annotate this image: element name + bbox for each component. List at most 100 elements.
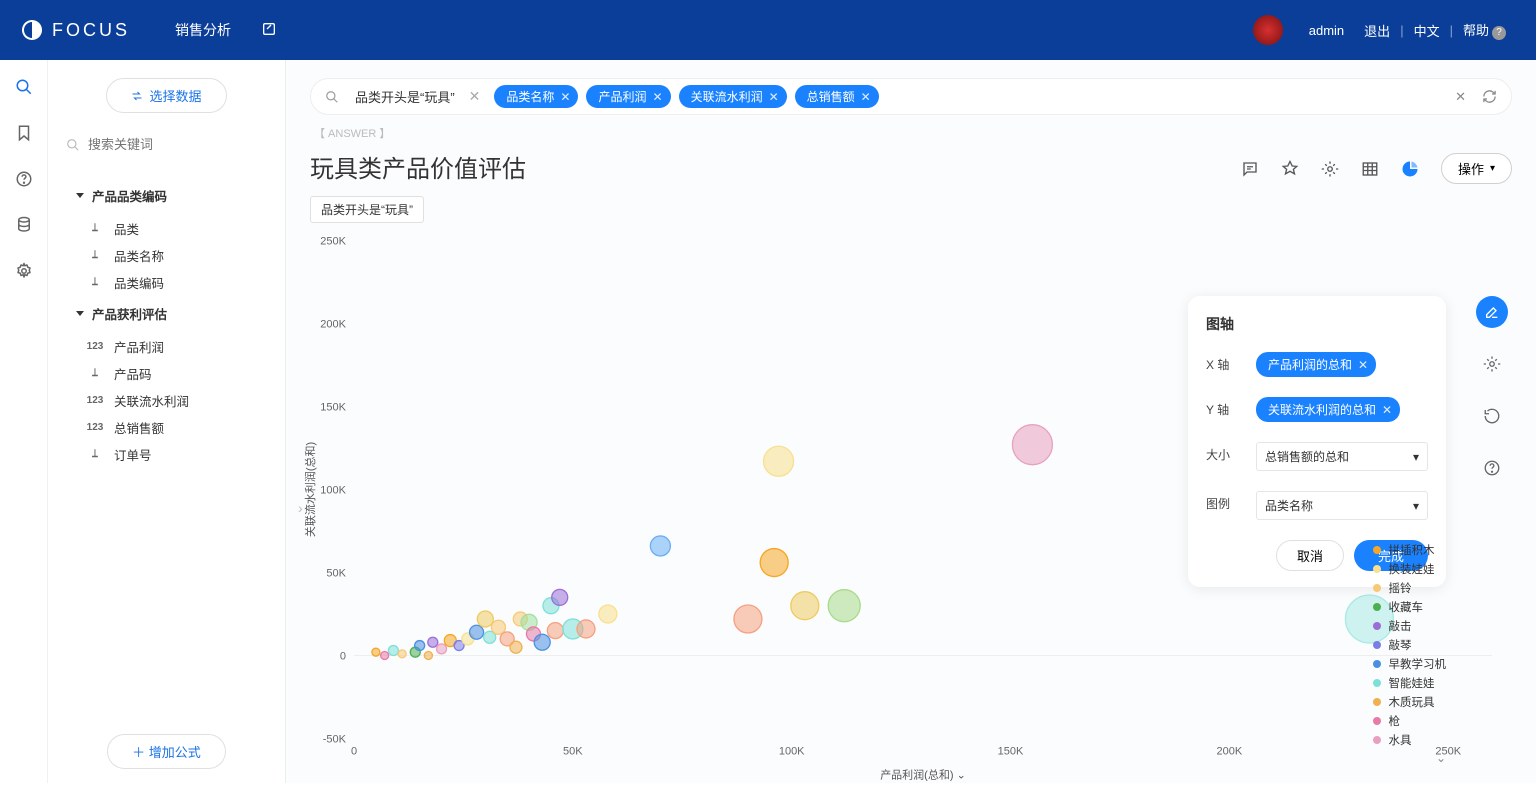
- select-data-button[interactable]: 选择数据: [106, 78, 226, 113]
- svg-text:0: 0: [351, 746, 357, 758]
- logout-link[interactable]: 退出: [1354, 21, 1400, 40]
- help-link[interactable]: 帮助?: [1453, 20, 1516, 40]
- y-axis-pill[interactable]: 关联流水利润的总和✕: [1256, 397, 1400, 422]
- query-chip[interactable]: 产品利润✕: [586, 85, 670, 108]
- header-right: admin 退出 | 中文 | 帮助?: [1253, 15, 1516, 45]
- svg-text:250K: 250K: [320, 236, 346, 248]
- svg-text:200K: 200K: [320, 319, 346, 331]
- y-axis-label: Y 轴: [1206, 397, 1236, 418]
- edit-chart-button[interactable]: [1476, 296, 1508, 328]
- svg-text:关联流水利润(总和): 关联流水利润(总和): [303, 442, 317, 537]
- left-rail: [0, 60, 48, 783]
- field-item[interactable]: ⟘品类: [66, 215, 267, 242]
- svg-text:50K: 50K: [563, 746, 583, 758]
- help-circle-icon[interactable]: [15, 170, 33, 188]
- search-icon: [66, 138, 80, 152]
- refresh-icon[interactable]: [1482, 89, 1497, 104]
- right-tools: [1476, 296, 1508, 484]
- app-header: FOCUS 销售分析 admin 退出 | 中文 | 帮助?: [0, 0, 1536, 60]
- query-chip[interactable]: 总销售额✕: [795, 85, 879, 108]
- field-item[interactable]: ⟘品类编码: [66, 269, 267, 296]
- page-title: 玩具类产品价值评估: [310, 149, 526, 184]
- brand-logo: FOCUS: [20, 18, 130, 42]
- legend: 拼插积木换装娃娃摇铃收藏车敲击敲琴早教学习机智能娃娃木质玩具枪水具 ⌄: [1373, 540, 1447, 765]
- legend-more-icon[interactable]: ⌄: [1373, 751, 1447, 765]
- bookmark-icon[interactable]: [15, 124, 33, 142]
- field-item[interactable]: 123关联流水利润: [66, 387, 267, 414]
- legend-item[interactable]: 早教学习机: [1373, 654, 1447, 673]
- operations-button[interactable]: 操作▾: [1441, 153, 1512, 184]
- legend-item[interactable]: 木质玩具: [1373, 692, 1447, 711]
- comment-icon[interactable]: [1241, 160, 1259, 178]
- legend-item[interactable]: 收藏车: [1373, 597, 1447, 616]
- info-icon[interactable]: [1476, 452, 1508, 484]
- search-input[interactable]: [88, 137, 267, 152]
- brand-text: FOCUS: [52, 20, 130, 41]
- legend-item[interactable]: 智能娃娃: [1373, 673, 1447, 692]
- query-chip[interactable]: 关联流水利润✕: [679, 85, 787, 108]
- legend-item[interactable]: 枪: [1373, 711, 1447, 730]
- remove-chip-icon[interactable]: ✕: [861, 90, 871, 104]
- clear-all-icon[interactable]: ✕: [1455, 89, 1466, 105]
- size-select[interactable]: 总销售额的总和▾: [1256, 442, 1428, 471]
- svg-text:150K: 150K: [320, 402, 346, 414]
- settings-icon[interactable]: [15, 262, 33, 280]
- svg-text:100K: 100K: [320, 485, 346, 497]
- remove-chip-icon[interactable]: ✕: [769, 90, 779, 104]
- edit-icon[interactable]: [261, 21, 277, 40]
- x-axis-pill[interactable]: 产品利润的总和✕: [1256, 352, 1376, 377]
- focus-icon: [20, 18, 44, 42]
- database-icon[interactable]: [15, 216, 33, 234]
- config-gear-icon[interactable]: [1476, 348, 1508, 380]
- avatar[interactable]: [1253, 15, 1283, 45]
- swap-icon: [131, 90, 143, 102]
- cancel-button[interactable]: 取消: [1276, 540, 1344, 571]
- reset-icon[interactable]: [1476, 400, 1508, 432]
- filter-tag[interactable]: 品类开头是“玩具”: [310, 196, 424, 223]
- legend-select[interactable]: 品类名称▾: [1256, 491, 1428, 520]
- size-label: 大小: [1206, 442, 1236, 463]
- field-group-header[interactable]: 产品品类编码: [76, 186, 267, 205]
- username[interactable]: admin: [1299, 23, 1354, 38]
- expand-handle-icon[interactable]: ›: [298, 500, 303, 516]
- field-item[interactable]: ⟘产品码: [66, 360, 267, 387]
- svg-text:产品利润(总和) ⌄: 产品利润(总和) ⌄: [880, 768, 966, 782]
- field-group-header[interactable]: 产品获利评估: [76, 304, 267, 323]
- legend-item[interactable]: 敲击: [1373, 616, 1447, 635]
- clear-text-icon[interactable]: ✕: [465, 88, 485, 105]
- search-icon[interactable]: [15, 78, 33, 96]
- lang-link[interactable]: 中文: [1404, 21, 1450, 40]
- remove-chip-icon[interactable]: ✕: [560, 90, 570, 104]
- search-fields[interactable]: [66, 137, 267, 152]
- svg-text:50K: 50K: [326, 568, 346, 580]
- x-axis-label: X 轴: [1206, 352, 1236, 373]
- field-item[interactable]: 123总销售额: [66, 414, 267, 441]
- gear-icon[interactable]: [1321, 160, 1339, 178]
- legend-label: 图例: [1206, 491, 1236, 512]
- field-item[interactable]: 123产品利润: [66, 333, 267, 360]
- legend-item[interactable]: 换装娃娃: [1373, 559, 1447, 578]
- svg-text:200K: 200K: [1217, 746, 1243, 758]
- legend-item[interactable]: 摇铃: [1373, 578, 1447, 597]
- remove-chip-icon[interactable]: ✕: [653, 90, 663, 104]
- field-item[interactable]: ⟘订单号: [66, 441, 267, 468]
- nav-sales-analysis[interactable]: 销售分析: [175, 20, 231, 40]
- pin-icon[interactable]: [1281, 160, 1299, 178]
- legend-item[interactable]: 敲琴: [1373, 635, 1447, 654]
- panel-title: 图轴: [1206, 314, 1428, 334]
- svg-text:0: 0: [340, 651, 346, 663]
- table-icon[interactable]: [1361, 160, 1379, 178]
- svg-text:100K: 100K: [779, 746, 805, 758]
- chart-icon[interactable]: [1401, 160, 1419, 178]
- field-item[interactable]: ⟘品类名称: [66, 242, 267, 269]
- query-text: 品类开头是“玩具”: [355, 87, 455, 106]
- legend-item[interactable]: 拼插积木: [1373, 540, 1447, 559]
- query-bar[interactable]: 品类开头是“玩具” ✕ 品类名称✕ 产品利润✕ 关联流水利润✕ 总销售额✕ ✕: [310, 78, 1512, 115]
- add-formula-button[interactable]: ＋ 增加公式: [107, 734, 226, 769]
- fields-sidebar: 选择数据 产品品类编码 ⟘品类⟘品类名称⟘品类编码产品获利评估 123产品利润⟘产品…: [48, 60, 286, 783]
- answer-label: 【 ANSWER 】: [314, 125, 1512, 141]
- svg-text:150K: 150K: [998, 746, 1024, 758]
- query-chip[interactable]: 品类名称✕: [494, 85, 578, 108]
- legend-item[interactable]: 水具: [1373, 730, 1447, 749]
- main-area: 品类开头是“玩具” ✕ 品类名称✕ 产品利润✕ 关联流水利润✕ 总销售额✕ ✕ 【 A…: [286, 60, 1536, 783]
